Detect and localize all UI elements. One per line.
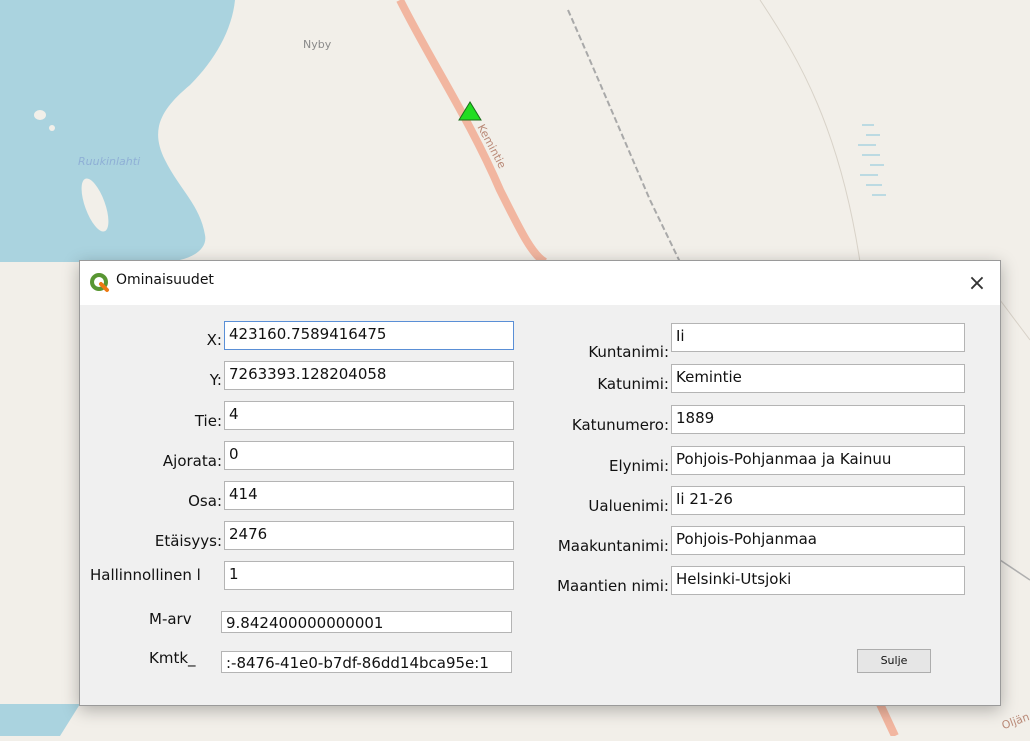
map-label-nyby: Nyby bbox=[303, 38, 332, 51]
label-y: Y: bbox=[209, 371, 222, 389]
label-katunimi: Katunimi: bbox=[597, 375, 669, 393]
elynimi-field[interactable]: Pohjois-Pohjanmaa ja Kainuu bbox=[671, 446, 965, 475]
label-osa: Osa: bbox=[188, 492, 222, 510]
kmtk-field[interactable]: :-8476-41e0-b7df-86dd14bca95e:1 bbox=[221, 651, 512, 673]
close-button[interactable]: Sulje bbox=[857, 649, 931, 673]
y-field[interactable]: 7263393.128204058 bbox=[224, 361, 514, 390]
kuntanimi-field[interactable]: Ii bbox=[671, 323, 965, 352]
label-ualuenimi: Ualuenimi: bbox=[588, 497, 669, 515]
label-hallinnollinen: Hallinnollinen l bbox=[90, 566, 201, 584]
label-kmtk: Kmtk_ bbox=[149, 649, 196, 667]
island bbox=[49, 125, 55, 131]
label-x: X: bbox=[206, 331, 222, 349]
tie-field[interactable]: 4 bbox=[224, 401, 514, 430]
ualuenimi-field[interactable]: Ii 21-26 bbox=[671, 486, 965, 515]
x-field[interactable]: 423160.7589416475 bbox=[224, 321, 514, 350]
map-label-ruukinlahti: Ruukinlahti bbox=[78, 155, 141, 168]
dialog-titlebar[interactable]: Ominaisuudet × bbox=[80, 261, 1000, 305]
close-icon[interactable]: × bbox=[954, 261, 1000, 305]
qgis-logo-icon bbox=[90, 273, 109, 292]
label-m-arvo: M-arv bbox=[149, 610, 192, 628]
label-kuntanimi: Kuntanimi: bbox=[588, 343, 669, 361]
etaisyys-field[interactable]: 2476 bbox=[224, 521, 514, 550]
label-maantien-nimi: Maantien nimi: bbox=[557, 577, 669, 595]
label-katunumero: Katunumero: bbox=[571, 416, 669, 434]
dialog-title: Ominaisuudet bbox=[116, 272, 214, 288]
maakuntanimi-field[interactable]: Pohjois-Pohjanmaa bbox=[671, 526, 965, 555]
m-arvo-field[interactable]: 9.842400000000001 bbox=[221, 611, 512, 633]
label-etaisyys: Etäisyys: bbox=[154, 532, 222, 550]
ajorata-field[interactable]: 0 bbox=[224, 441, 514, 470]
hallinnollinen-field[interactable]: 1 bbox=[224, 561, 514, 590]
label-maakuntanimi: Maakuntanimi: bbox=[557, 537, 669, 555]
attributes-dialog: Ominaisuudet × X: 423160.7589416475 Y: 7… bbox=[79, 260, 1001, 706]
katunumero-field[interactable]: 1889 bbox=[671, 405, 965, 434]
label-elynimi: Elynimi: bbox=[608, 457, 669, 475]
label-ajorata: Ajorata: bbox=[162, 452, 222, 470]
label-tie: Tie: bbox=[194, 412, 222, 430]
maantien-nimi-field[interactable]: Helsinki-Utsjoki bbox=[671, 566, 965, 595]
island bbox=[34, 110, 46, 120]
osa-field[interactable]: 414 bbox=[224, 481, 514, 510]
katunimi-field[interactable]: Kemintie bbox=[671, 364, 965, 393]
